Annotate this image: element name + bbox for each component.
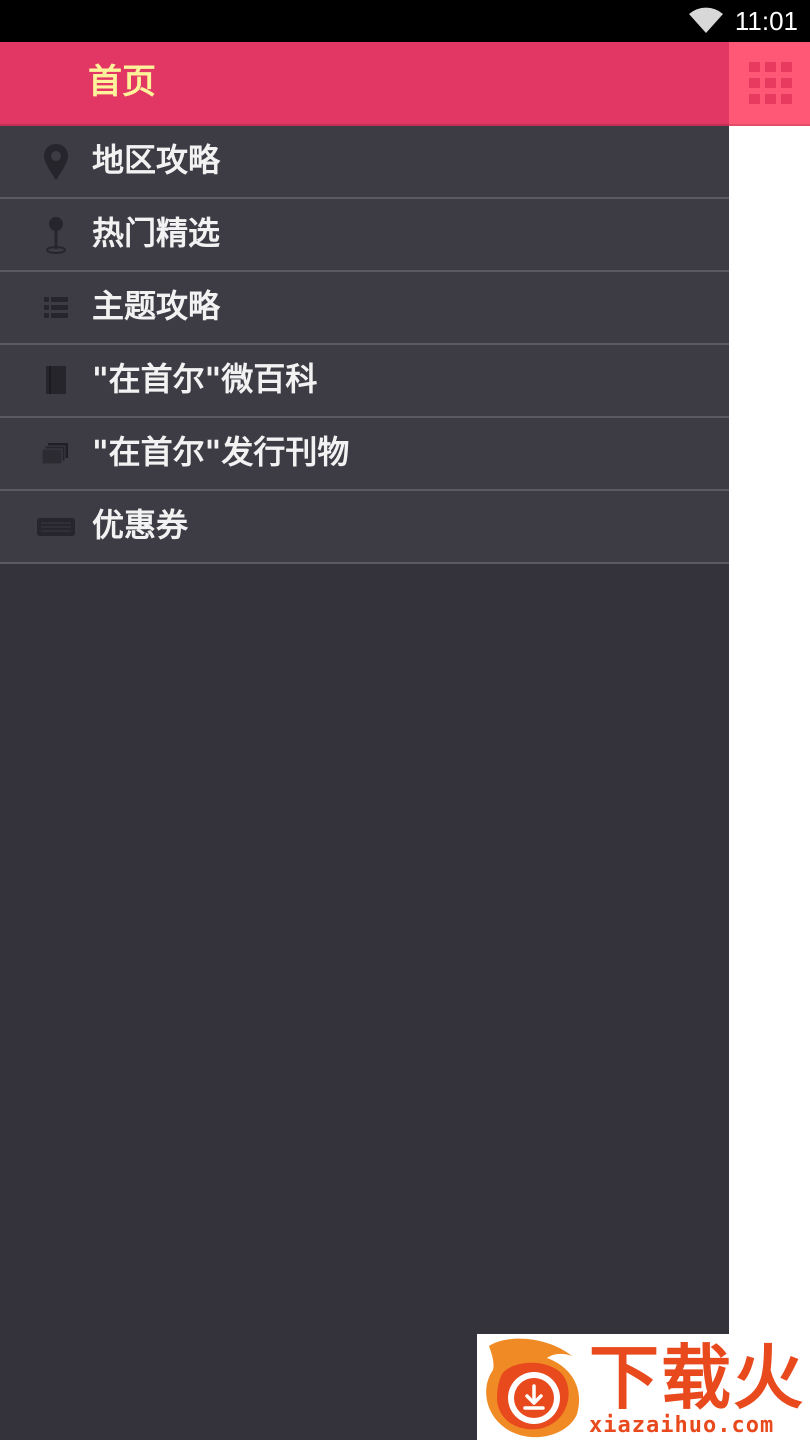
menu-item-label: 热门精选 bbox=[92, 214, 221, 252]
menu-item-label: "在首尔"发行刊物 bbox=[92, 433, 350, 471]
wifi-icon bbox=[689, 7, 723, 34]
action-bar bbox=[729, 42, 810, 126]
menu-item-region-guide[interactable]: 地区攻略 bbox=[0, 126, 729, 199]
menu-item-coupons[interactable]: 优惠券 bbox=[0, 491, 729, 564]
flame-logo-icon bbox=[486, 1338, 580, 1438]
list-icon bbox=[44, 297, 68, 318]
navigation-drawer: 首页 地区攻略 热门精选 主题攻略 "在首尔"微百科 "在首尔"发行刊物 优惠券 bbox=[0, 42, 729, 1440]
drawer-menu: 地区攻略 热门精选 主题攻略 "在首尔"微百科 "在首尔"发行刊物 优惠券 bbox=[0, 126, 729, 564]
drawer-title: 首页 bbox=[88, 62, 156, 102]
menu-item-label: 优惠券 bbox=[92, 506, 189, 544]
status-bar: 11:01 bbox=[0, 0, 810, 42]
menu-item-hot-picks[interactable]: 热门精选 bbox=[0, 199, 729, 272]
menu-item-theme-guide[interactable]: 主题攻略 bbox=[0, 272, 729, 345]
stacked-pages-icon bbox=[41, 443, 68, 465]
book-icon bbox=[46, 366, 66, 394]
menu-item-label: 地区攻略 bbox=[92, 141, 221, 179]
watermark: 下载火 xiazaihuo.com bbox=[477, 1334, 810, 1440]
coupon-icon bbox=[37, 518, 75, 536]
menu-item-label: 主题攻略 bbox=[92, 287, 221, 325]
menu-item-mini-wiki[interactable]: "在首尔"微百科 bbox=[0, 345, 729, 418]
map-pin-icon bbox=[44, 144, 68, 180]
grid-menu-icon[interactable] bbox=[749, 62, 793, 104]
menu-item-label: "在首尔"微百科 bbox=[92, 360, 318, 398]
main-content-peek[interactable] bbox=[729, 42, 810, 1440]
menu-item-publications[interactable]: "在首尔"发行刊物 bbox=[0, 418, 729, 491]
watermark-domain: xiazaihuo.com bbox=[589, 1413, 775, 1438]
watermark-brand: 下载火 bbox=[589, 1337, 805, 1419]
push-pin-icon bbox=[46, 217, 66, 254]
status-time: 11:01 bbox=[734, 6, 798, 36]
drawer-header[interactable]: 首页 bbox=[0, 42, 729, 126]
